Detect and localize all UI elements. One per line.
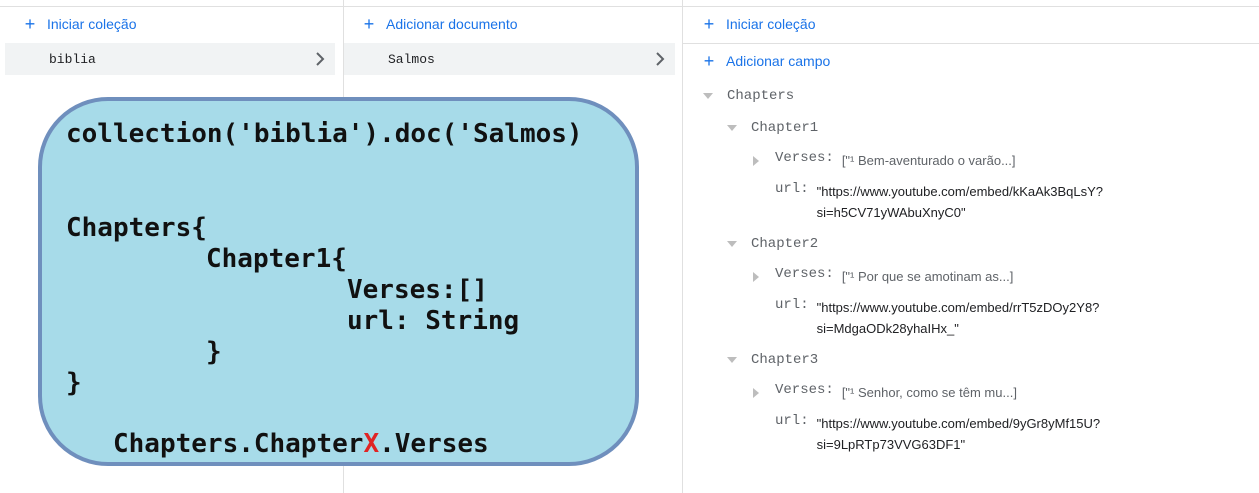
add-document-button[interactable]: + Adicionar documento bbox=[362, 14, 518, 34]
caret-right-icon[interactable] bbox=[753, 388, 759, 398]
add-field-label: Adicionar campo bbox=[726, 53, 831, 69]
field-key: url: bbox=[775, 413, 809, 429]
field-url[interactable]: url: "https://www.youtube.com/embed/rrT5… bbox=[775, 297, 1099, 339]
field-key: Verses: bbox=[775, 266, 834, 282]
url-line: si=h5CV71yWAbuXnyC0" bbox=[816, 205, 966, 220]
annotation-line-close-outer: } bbox=[66, 368, 82, 398]
url-line: si=9LpRTp73VVG63DF1" bbox=[816, 437, 966, 452]
field-url[interactable]: url: "https://www.youtube.com/embed/9yGr… bbox=[775, 413, 1100, 455]
field-verses[interactable]: Verses: ["¹ Por que se amotinam as...] bbox=[753, 266, 1013, 287]
add-document-label: Adicionar documento bbox=[386, 16, 518, 32]
start-collection-button[interactable]: + Iniciar coleção bbox=[23, 14, 137, 34]
fields-panel: + Iniciar coleção + Adicionar campo Chap… bbox=[683, 0, 1259, 493]
panel-top-border bbox=[0, 6, 343, 7]
field-value: ["¹ Por que se amotinam as...] bbox=[841, 269, 1014, 284]
start-subcollection-label: Iniciar coleção bbox=[726, 16, 816, 32]
panel-top-border bbox=[344, 6, 683, 7]
annotation-line-close-inner: } bbox=[206, 337, 222, 367]
annotation-line-url: url: String bbox=[347, 306, 520, 336]
caret-down-icon[interactable] bbox=[727, 125, 737, 131]
field-chapter3[interactable]: Chapter3 bbox=[727, 352, 818, 368]
url-line: "https://www.youtube.com/embed/9yGr8yMf1… bbox=[816, 416, 1101, 431]
field-value: "https://www.youtube.com/embed/kKaAk3BqL… bbox=[817, 181, 1103, 223]
caret-down-icon[interactable] bbox=[703, 93, 713, 99]
start-collection-label: Iniciar coleção bbox=[47, 16, 137, 32]
chevron-right-icon bbox=[655, 52, 665, 66]
url-line: "https://www.youtube.com/embed/rrT5zDOy2… bbox=[816, 300, 1100, 315]
caret-right-icon[interactable] bbox=[753, 156, 759, 166]
field-chapter1[interactable]: Chapter1 bbox=[727, 120, 818, 136]
field-chapters[interactable]: Chapters bbox=[703, 88, 794, 104]
schema-annotation-box: collection('biblia').doc('Salmos) Chapte… bbox=[38, 97, 639, 466]
add-field-button[interactable]: + Adicionar campo bbox=[702, 51, 831, 71]
field-verses[interactable]: Verses: ["¹ Bem-aventurado o varão...] bbox=[753, 150, 1016, 171]
collection-item-label: biblia bbox=[49, 51, 96, 67]
panel-top-border bbox=[683, 6, 1259, 7]
panel-divider bbox=[683, 43, 1259, 44]
plus-icon: + bbox=[24, 14, 36, 34]
annotation-line-chapter1: Chapter1{ bbox=[206, 244, 347, 274]
field-chapter2[interactable]: Chapter2 bbox=[727, 236, 818, 252]
field-key: Verses: bbox=[775, 382, 834, 398]
field-url[interactable]: url: "https://www.youtube.com/embed/kKaA… bbox=[775, 181, 1103, 223]
field-key: Chapter3 bbox=[751, 352, 819, 368]
plus-icon: + bbox=[363, 14, 375, 34]
field-key: Chapters bbox=[727, 88, 795, 104]
footer-prefix: Chapters.Chapter bbox=[113, 429, 364, 459]
caret-down-icon[interactable] bbox=[727, 241, 737, 247]
footer-highlight: X bbox=[363, 429, 380, 459]
url-line: "https://www.youtube.com/embed/kKaAk3BqL… bbox=[816, 184, 1104, 199]
field-verses[interactable]: Verses: ["¹ Senhor, como se têm mu...] bbox=[753, 382, 1017, 403]
document-item-salmos[interactable]: Salmos bbox=[344, 43, 675, 75]
caret-down-icon[interactable] bbox=[727, 357, 737, 363]
footer-suffix: .Verses bbox=[379, 429, 489, 459]
field-value: ["¹ Senhor, como se têm mu...] bbox=[841, 385, 1017, 400]
field-key: Verses: bbox=[775, 150, 834, 166]
plus-icon: + bbox=[703, 51, 715, 71]
annotation-line-chapters: Chapters{ bbox=[66, 213, 207, 243]
field-value: "https://www.youtube.com/embed/9yGr8yMf1… bbox=[817, 413, 1101, 455]
annotation-line-query: collection('biblia').doc('Salmos) bbox=[66, 119, 583, 149]
field-key: Chapter2 bbox=[751, 236, 819, 252]
caret-right-icon[interactable] bbox=[753, 272, 759, 282]
field-value: ["¹ Bem-aventurado o varão...] bbox=[841, 153, 1016, 168]
chevron-right-icon bbox=[315, 52, 325, 66]
field-value: "https://www.youtube.com/embed/rrT5zDOy2… bbox=[817, 297, 1100, 339]
field-key: Chapter1 bbox=[751, 120, 819, 136]
plus-icon: + bbox=[703, 14, 715, 34]
field-key: url: bbox=[775, 297, 809, 313]
field-key: url: bbox=[775, 181, 809, 197]
start-subcollection-button[interactable]: + Iniciar coleção bbox=[702, 14, 816, 34]
url-line: si=MdgaODk28yhaIHx_" bbox=[816, 321, 959, 336]
collection-item-biblia[interactable]: biblia bbox=[5, 43, 335, 75]
annotation-footer-path: Chapters.ChapterX.Verses bbox=[113, 429, 489, 459]
annotation-line-verses: Verses:[] bbox=[347, 275, 488, 305]
document-item-label: Salmos bbox=[388, 51, 435, 67]
